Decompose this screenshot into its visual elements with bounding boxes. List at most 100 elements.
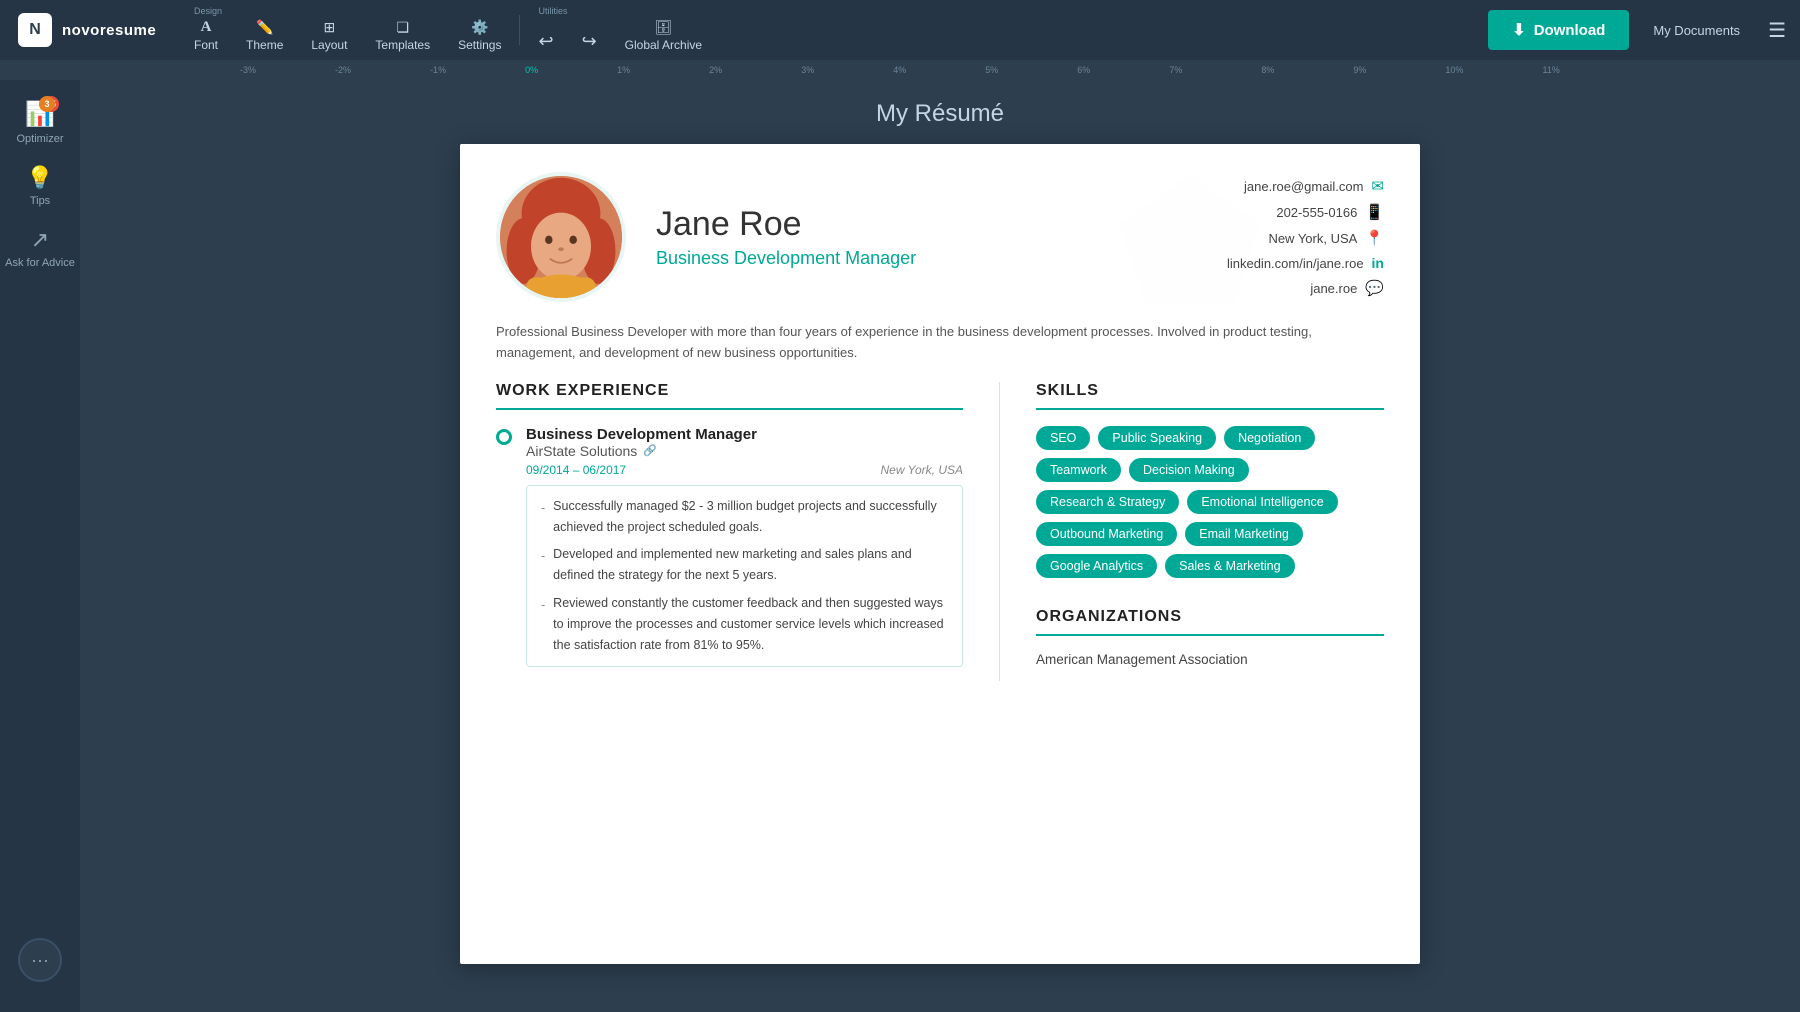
job-content: Business Development Manager AirState So… (526, 426, 963, 668)
contact-linkedin: linkedin.com/in/jane.roe (1227, 256, 1364, 271)
email-icon: ✉ (1371, 177, 1384, 195)
bullet-text-1: Developed and implemented new marketing … (553, 544, 948, 587)
my-documents-button[interactable]: My Documents (1639, 23, 1754, 38)
skill-decision-making[interactable]: Decision Making (1129, 458, 1249, 482)
skill-negotiation[interactable]: Negotiation (1224, 426, 1315, 450)
chat-button[interactable]: ··· (18, 938, 62, 982)
nav-templates-label: Templates (375, 38, 430, 52)
chat-icon: ··· (31, 950, 49, 971)
sidebar-bottom: ··· (0, 938, 80, 982)
resume-left-column: WORK EXPERIENCE Business Development Man… (460, 382, 1000, 682)
skill-seo[interactable]: SEO (1036, 426, 1090, 450)
ruler-mark-7: 4% (893, 65, 906, 75)
resume-paper: Jane Roe Business Development Manager ja… (460, 144, 1420, 964)
download-icon: ⬇ (1512, 20, 1525, 40)
optimizer-badge-3: 3 (39, 96, 55, 112)
logo-text: novoresume (62, 22, 156, 39)
skill-google-analytics[interactable]: Google Analytics (1036, 554, 1157, 578)
contact-linkedin-row: linkedin.com/in/jane.roe in (1227, 255, 1384, 271)
nav-redo[interactable]: ↪ (568, 0, 611, 60)
download-label: Download (1534, 22, 1606, 39)
job-company: AirState Solutions 🔗 (526, 443, 963, 459)
job-title: Business Development Manager (526, 426, 963, 443)
skill-sales-marketing[interactable]: Sales & Marketing (1165, 554, 1294, 578)
resume-right-column: SKILLS SEO Public Speaking Negotiation T… (1000, 382, 1420, 682)
contact-phone: 202-555-0166 (1276, 205, 1357, 220)
settings-icon: ⚙️ (471, 19, 488, 36)
nav-undo[interactable]: ↩ (524, 0, 567, 60)
skill-outbound-marketing[interactable]: Outbound Marketing (1036, 522, 1177, 546)
resume-job-title: Business Development Manager (656, 248, 1197, 269)
resume-header: Jane Roe Business Development Manager ja… (460, 144, 1420, 322)
ruler-mark-4: 1% (617, 65, 630, 75)
nav-item-font[interactable]: A Font (180, 0, 232, 60)
ruler-mark-2: -1% (430, 65, 446, 75)
sidebar-item-advice[interactable]: ↗ Ask for Advice (0, 217, 80, 280)
nav-item-templates[interactable]: ❏ Templates (361, 0, 444, 60)
skill-public-speaking[interactable]: Public Speaking (1098, 426, 1216, 450)
nav-item-layout[interactable]: ⊞ Layout (297, 0, 361, 60)
organizations-section: ORGANIZATIONS American Management Associ… (1036, 608, 1384, 667)
sidebar-item-tips[interactable]: 💡 Tips (0, 155, 80, 217)
bullet-text-0: Successfully managed $2 - 3 million budg… (553, 496, 948, 539)
bullet-text-2: Reviewed constantly the customer feedbac… (553, 593, 948, 657)
work-experience-title: WORK EXPERIENCE (496, 382, 963, 410)
skills-section-title: SKILLS (1036, 382, 1384, 410)
contact-skype-row: jane.roe 💬 (1310, 279, 1384, 297)
ruler-mark-6: 3% (801, 65, 814, 75)
skill-email-marketing[interactable]: Email Marketing (1185, 522, 1303, 546)
ruler-mark-9: 6% (1077, 65, 1090, 75)
bullet-dash-1: - (541, 546, 545, 587)
optimizer-label: Optimizer (16, 133, 63, 145)
job-bullet-2: - Reviewed constantly the customer feedb… (541, 593, 948, 657)
company-link-icon[interactable]: 🔗 (643, 444, 657, 457)
templates-icon: ❏ (396, 19, 409, 36)
advice-icon: ↗ (31, 227, 49, 253)
redo-icon: ↪ (582, 31, 597, 52)
contact-skype: jane.roe (1310, 281, 1357, 296)
design-group: Design A Font ✏️ Theme ⊞ Layout ❏ Templa… (180, 0, 515, 60)
ruler-mark-5: 2% (709, 65, 722, 75)
tips-label: Tips (30, 195, 50, 207)
job-location: New York, USA (881, 463, 963, 477)
nav-global-archive[interactable]: 🗄 Global Archive (611, 0, 716, 60)
sidebar-item-optimizer[interactable]: 📊 15 3 Optimizer (0, 90, 80, 155)
nav-item-settings[interactable]: ⚙️ Settings (444, 0, 515, 60)
theme-icon: ✏️ (256, 19, 273, 36)
font-icon: A (201, 19, 212, 36)
resume-bio: Professional Business Developer with mor… (460, 322, 1420, 382)
ruler-mark-8: 5% (985, 65, 998, 75)
ruler-mark-10: 7% (1169, 65, 1182, 75)
ruler-mark-13: 10% (1445, 65, 1463, 75)
job-dot (496, 429, 512, 445)
nav-archive-label: Global Archive (625, 38, 702, 52)
undo-icon: ↩ (538, 31, 553, 52)
skill-emotional-intelligence[interactable]: Emotional Intelligence (1187, 490, 1337, 514)
hamburger-menu-button[interactable]: ☰ (1754, 18, 1800, 43)
nav-layout-label: Layout (311, 38, 347, 52)
ruler-inner: -3% -2% -1% 0% 1% 2% 3% 4% 5% 6% 7% 8% 9… (0, 65, 1800, 75)
skill-teamwork[interactable]: Teamwork (1036, 458, 1121, 482)
ruler-mark-14: 11% (1542, 65, 1559, 75)
contact-email-row: jane.roe@gmail.com ✉ (1244, 177, 1384, 195)
job-dates: 09/2014 – 06/2017 (526, 463, 626, 477)
ruler: -3% -2% -1% 0% 1% 2% 3% 4% 5% 6% 7% 8% 9… (0, 60, 1800, 80)
logo-area[interactable]: N novoresume (0, 13, 180, 47)
ruler-mark-3: 0% (525, 65, 538, 75)
contact-location: New York, USA (1268, 231, 1357, 246)
ruler-mark-0: -3% (240, 65, 256, 75)
nav-theme-label: Theme (246, 38, 283, 52)
job-bullet-0: - Successfully managed $2 - 3 million bu… (541, 496, 948, 539)
org-name: American Management Association (1036, 652, 1384, 667)
nav-item-theme[interactable]: ✏️ Theme (232, 0, 297, 60)
nav-font-label: Font (194, 38, 218, 52)
contact-area: jane.roe@gmail.com ✉ 202-555-0166 📱 New … (1227, 177, 1384, 297)
page-title: My Résumé (876, 100, 1004, 128)
skill-research-strategy[interactable]: Research & Strategy (1036, 490, 1179, 514)
nav-divider (519, 15, 520, 45)
bullet-dash-2: - (541, 595, 545, 657)
contact-email: jane.roe@gmail.com (1244, 179, 1363, 194)
main-content: My Résumé (80, 80, 1800, 1012)
logo-icon: N (18, 13, 52, 47)
download-button[interactable]: ⬇ Download (1488, 10, 1629, 50)
